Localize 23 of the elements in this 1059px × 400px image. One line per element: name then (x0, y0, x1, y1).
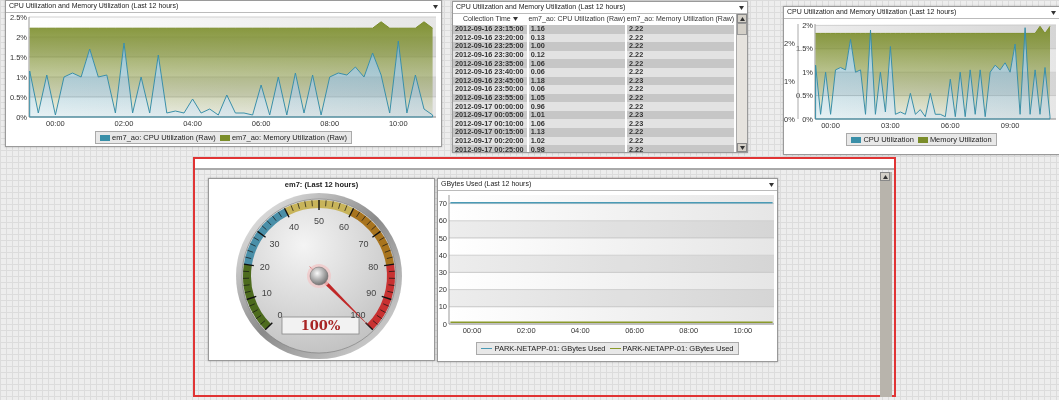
gauge-scale-label: 70 (358, 238, 369, 249)
gauge-scale-label: 30 (269, 238, 280, 249)
sort-caret-icon[interactable] (512, 17, 518, 22)
gauge-scale-label: 90 (366, 288, 377, 298)
gauge-scale-label: 0 (277, 309, 283, 320)
dropdown-caret-icon[interactable] (769, 182, 774, 187)
gauge-scale-label: 60 (338, 222, 349, 232)
scroll-down-button[interactable] (737, 143, 747, 152)
dropdown-caret-icon[interactable] (739, 5, 744, 10)
gauge-scale-label: 10 (261, 288, 272, 298)
gauge-scale-label: 80 (368, 262, 379, 273)
scroll-up-button[interactable] (737, 14, 747, 23)
gauge-reading: 100% (300, 318, 341, 333)
dropdown-caret-icon[interactable] (433, 4, 438, 9)
gauge-scale-label: 40 (289, 222, 300, 232)
scrollbar[interactable] (880, 172, 892, 397)
scroll-up-button[interactable] (880, 172, 890, 181)
gauge-hub (307, 264, 331, 288)
scrollbar[interactable] (736, 14, 747, 152)
gauge-scale-label: 20 (259, 262, 270, 273)
dropdown-caret-icon[interactable] (1051, 10, 1056, 15)
scroll-thumb[interactable] (737, 23, 747, 35)
gauge-scale-label: 50 (314, 216, 324, 226)
